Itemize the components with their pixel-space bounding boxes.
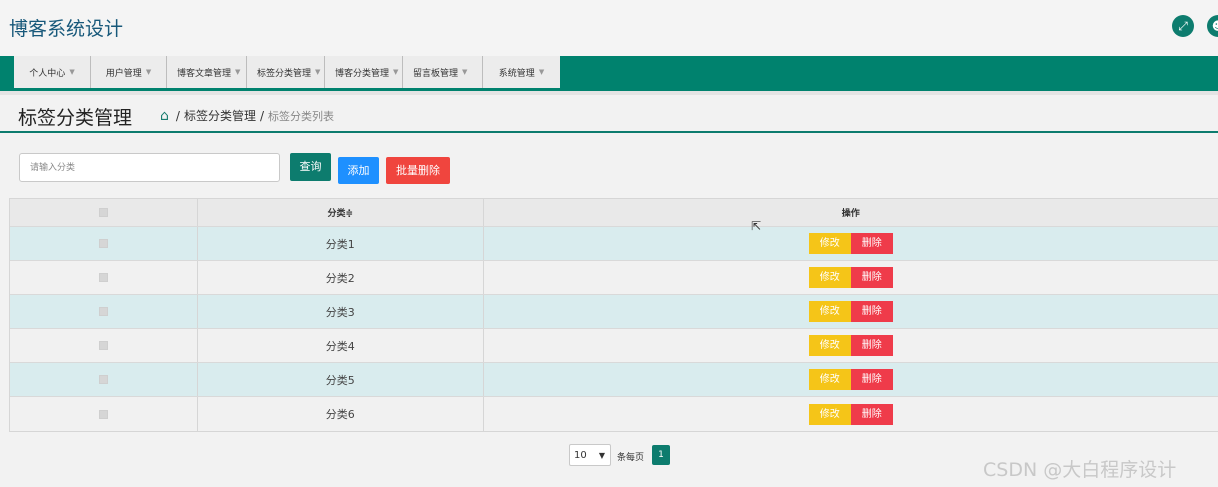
row-checkbox[interactable] [98, 375, 108, 384]
edit-button[interactable]: 修改 [808, 233, 851, 254]
delete-button[interactable]: 删除 [850, 301, 893, 322]
user-icon[interactable]: ☻ [1207, 15, 1218, 37]
nav-divider [0, 91, 1218, 95]
page-size-value: 10 [574, 449, 587, 461]
actions-cell: 修改 删除 [484, 329, 1218, 362]
table-row: 分类2 修改 删除 [10, 261, 1218, 295]
app-header: 博客系统设计 ⤢ ☻ [0, 0, 1218, 56]
row-checkbox[interactable] [98, 341, 108, 350]
nav-item-message-board-management[interactable]: 留言板管理 ▼ [403, 56, 483, 88]
per-page-label: 条每页 [617, 453, 645, 463]
row-checkbox[interactable] [98, 239, 108, 248]
row-select-cell [10, 397, 198, 431]
delete-button[interactable]: 删除 [850, 335, 893, 356]
expand-icon[interactable]: ⤢ [1172, 15, 1194, 37]
table-row: 分类6 修改 删除 [10, 397, 1218, 431]
category-name: 分类5 [198, 363, 484, 396]
table-row: 分类5 修改 删除 [10, 363, 1218, 397]
table-row: 分类3 修改 删除 [10, 295, 1218, 329]
nav-item-label: 博客分类管理 [335, 68, 390, 79]
actions-cell: 修改 删除 [484, 295, 1218, 328]
breadcrumb-current: 标签分类列表 [268, 109, 334, 123]
edit-button[interactable]: 修改 [808, 267, 851, 288]
actions-cell: 修改 删除 [484, 363, 1218, 396]
delete-button[interactable]: 删除 [850, 267, 893, 288]
nav-item-blog-category-management[interactable]: 博客分类管理 ▼ [325, 56, 403, 88]
actions-cell: 修改 删除 [484, 397, 1218, 431]
row-select-cell [10, 329, 198, 362]
page-button-current[interactable]: 1 [652, 445, 670, 465]
home-icon[interactable]: ⌂ [160, 108, 169, 124]
edit-button[interactable]: 修改 [808, 369, 851, 390]
breadcrumb-separator: / [259, 108, 264, 123]
category-name: 分类4 [198, 329, 484, 362]
category-name: 分类1 [198, 227, 484, 260]
row-checkbox[interactable] [98, 409, 108, 419]
chevron-down-icon: ▼ [598, 450, 605, 460]
mouse-cursor-icon: ⇱ [751, 219, 762, 233]
caret-down-icon: ▼ [462, 68, 468, 76]
nav-item-system-management[interactable]: 系统管理 ▼ [483, 56, 560, 88]
caret-down-icon: ▼ [538, 68, 545, 76]
nav-item-user-management[interactable]: 用户管理 ▼ [91, 56, 167, 88]
page-title: 标签分类管理 [18, 107, 133, 129]
nav-item-label: 个人中心 [29, 68, 66, 79]
actions-cell: 修改 删除 [484, 227, 1218, 260]
category-name: 分类3 [198, 295, 484, 328]
add-button[interactable]: 添加 [338, 157, 379, 184]
delete-button[interactable]: 删除 [850, 403, 893, 425]
select-all-checkbox[interactable] [98, 208, 108, 217]
table-row: 分类4 修改 删除 [10, 329, 1218, 363]
caret-down-icon: ▼ [145, 68, 152, 76]
caret-down-icon: ▼ [69, 68, 75, 76]
table-row: 分类1 修改 删除 [10, 227, 1218, 261]
breadcrumb: ⌂ / 标签分类管理 / 标签分类列表 [160, 107, 334, 124]
row-select-cell [10, 295, 198, 328]
nav-item-tag-category-management[interactable]: 标签分类管理 ▼ [247, 56, 325, 88]
nav-item-label: 博客文章管理 [177, 68, 232, 79]
row-select-cell [10, 363, 198, 396]
caret-down-icon: ▼ [315, 68, 321, 76]
row-select-cell [10, 261, 198, 294]
row-checkbox[interactable] [98, 273, 108, 282]
breadcrumb-separator: / [175, 108, 180, 123]
breadcrumb-item[interactable]: 标签分类管理 [184, 107, 256, 124]
select-all-cell [10, 199, 198, 226]
row-checkbox[interactable] [98, 307, 108, 316]
nav-item-label: 标签分类管理 [257, 68, 312, 79]
delete-button[interactable]: 删除 [850, 233, 893, 254]
edit-button[interactable]: 修改 [808, 301, 851, 322]
delete-button[interactable]: 删除 [850, 369, 893, 390]
row-select-cell [10, 227, 198, 260]
main-nav: 个人中心 ▼ 用户管理 ▼ 博客文章管理 ▼ 标签分类管理 ▼ 博客分类管理 ▼ 留言板管… [0, 56, 1218, 91]
nav-item-label: 系统管理 [498, 68, 535, 79]
category-name: 分类6 [198, 397, 484, 431]
nav-item-label: 用户管理 [105, 68, 142, 79]
caret-down-icon: ▼ [393, 68, 399, 76]
actions-header: 操作 [841, 209, 860, 219]
edit-button[interactable]: 修改 [808, 403, 851, 425]
table-header-row: 分类≑ 操作 [10, 199, 1218, 227]
edit-button[interactable]: 修改 [808, 335, 851, 356]
page-size-select[interactable]: 10 ▼ [569, 444, 611, 466]
actions-cell: 修改 删除 [484, 261, 1218, 294]
batch-delete-button[interactable]: 批量删除 [386, 157, 450, 184]
nav-item-personal-center[interactable]: 个人中心 ▼ [14, 56, 91, 88]
category-search-input[interactable] [19, 153, 280, 182]
nav-item-blog-article-management[interactable]: 博客文章管理 ▼ [167, 56, 247, 88]
category-table: 分类≑ 操作 分类1 修改 删除 分类2 修改 删除 分类3 修改 删除 分类4 修改… [9, 198, 1218, 432]
category-header[interactable]: 分类≑ [198, 199, 484, 226]
nav-item-label: 留言板管理 [413, 68, 459, 79]
app-title: 博客系统设计 [9, 18, 124, 40]
watermark: CSDN @大白程序设计 [983, 459, 1177, 481]
caret-down-icon: ▼ [235, 68, 241, 76]
query-button[interactable]: 查询 [290, 153, 331, 181]
title-divider [0, 131, 1218, 133]
category-name: 分类2 [198, 261, 484, 294]
